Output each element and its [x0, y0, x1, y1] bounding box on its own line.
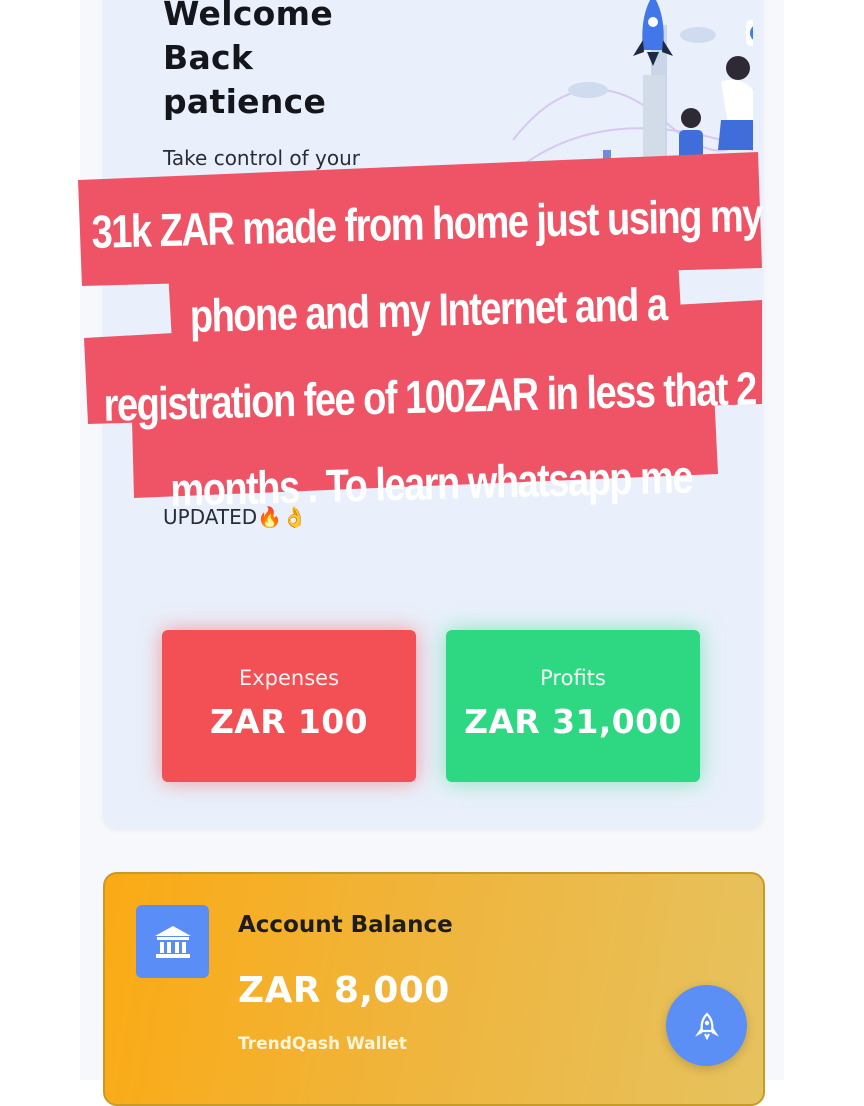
- balance-amount: ZAR 8,000: [238, 970, 450, 1011]
- rocket-icon: [694, 1011, 719, 1040]
- bank-icon: [136, 905, 209, 978]
- promo-overlay-text: 31k ZAR made from home just using my pho…: [91, 190, 763, 517]
- profits-value: ZAR 31,000: [464, 702, 682, 741]
- wallet-label: TrendQash Wallet: [238, 1034, 407, 1054]
- expenses-card: Expenses ZAR 100: [162, 630, 416, 782]
- rocket-action-button[interactable]: [666, 985, 747, 1066]
- account-balance-card[interactable]: Account Balance ZAR 8,000 TrendQash Wall…: [103, 872, 765, 1106]
- balance-title: Account Balance: [238, 912, 453, 938]
- profits-label: Profits: [540, 666, 606, 690]
- welcome-title: Welcome Back patience: [163, 0, 334, 121]
- profits-card: Profits ZAR 31,000: [446, 630, 700, 782]
- expenses-label: Expenses: [238, 666, 340, 690]
- expenses-value: ZAR 100: [209, 702, 369, 741]
